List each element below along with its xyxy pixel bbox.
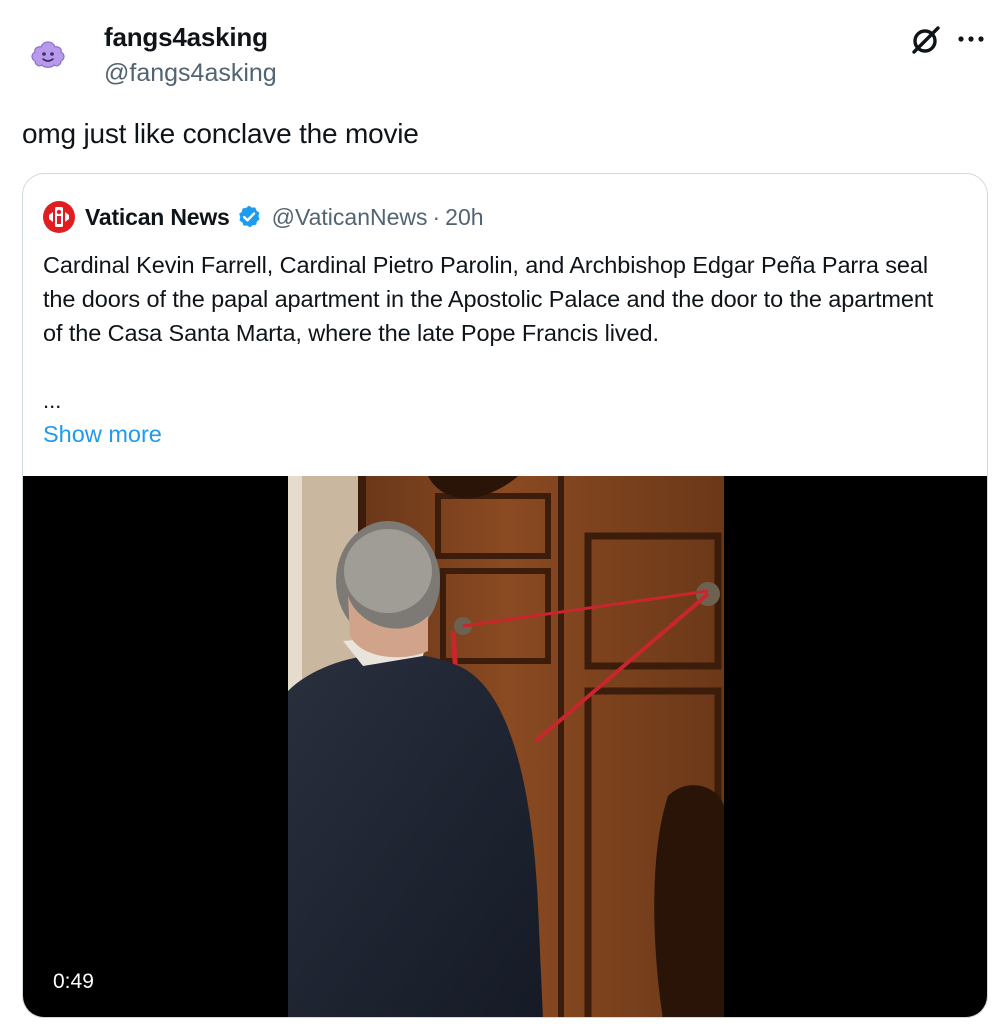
quoted-timestamp[interactable]: 20h: [445, 204, 483, 231]
avatar[interactable]: [27, 33, 69, 75]
author-display-name[interactable]: fangs4asking: [104, 18, 277, 56]
video-player[interactable]: 0:49: [23, 476, 987, 1017]
author-block: fangs4asking @fangs4asking: [104, 18, 277, 90]
separator-dot: ·: [432, 203, 441, 230]
quoted-author-display-name[interactable]: Vatican News: [85, 204, 230, 231]
quoted-author-handle[interactable]: @VaticanNews: [272, 204, 428, 231]
tweet-header: fangs4asking @fangs4asking: [22, 18, 984, 98]
vatican-news-logo-icon[interactable]: [43, 201, 75, 233]
grok-icon[interactable]: [910, 24, 942, 56]
author-handle[interactable]: @fangs4asking: [104, 56, 277, 90]
video-duration-badge: 0:49: [45, 967, 102, 997]
truncation-ellipsis: ...: [43, 388, 62, 413]
quoted-tweet-card[interactable]: Vatican News @VaticanNews · 20h Cardinal…: [22, 173, 988, 1018]
quoted-tweet-header: Vatican News @VaticanNews · 20h: [43, 200, 484, 234]
show-more-link[interactable]: Show more: [43, 417, 162, 451]
tweet-text: omg just like conclave the movie: [22, 118, 419, 149]
video-thumbnail: [288, 476, 724, 1017]
quoted-tweet-text: Cardinal Kevin Farrell, Cardinal Pietro …: [43, 252, 934, 346]
verified-badge-icon: [238, 205, 260, 228]
more-icon[interactable]: [955, 28, 987, 50]
